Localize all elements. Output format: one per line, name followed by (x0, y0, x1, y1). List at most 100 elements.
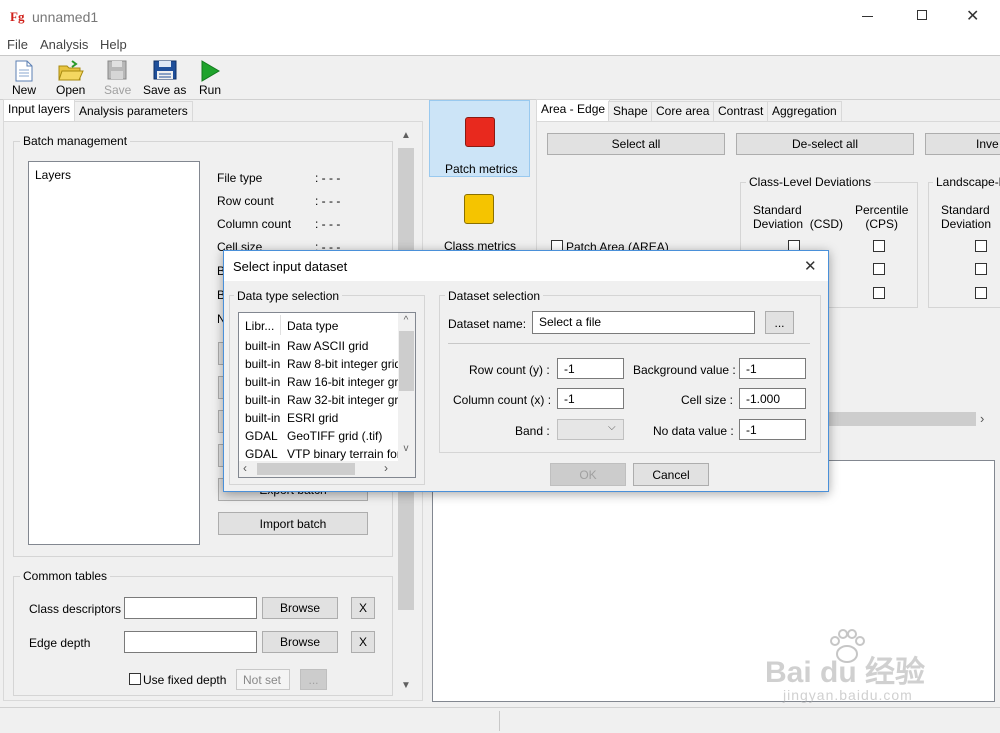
list-scroll-down-icon[interactable]: v (398, 443, 414, 454)
use-fixed-depth-label: Use fixed depth (143, 673, 227, 687)
row-type: Raw 32-bit integer grid (287, 393, 408, 407)
dataset-browse-button[interactable]: ... (765, 311, 794, 334)
ok-button[interactable]: OK (550, 463, 626, 486)
list-v-scrollbar[interactable]: ^ v (398, 313, 415, 461)
tab-core-area[interactable]: Core area (651, 101, 715, 121)
window-title: unnamed1 (32, 9, 99, 25)
class-metrics-item[interactable]: Class metrics (429, 177, 530, 254)
dataset-name-input[interactable]: Select a file (532, 311, 755, 334)
scroll-right-icon[interactable]: › (980, 411, 984, 426)
csd-header: Standard Deviation (CSD) (753, 203, 844, 231)
list-scroll-left-icon[interactable]: ‹ (243, 461, 247, 475)
tab-input-layers[interactable]: Input layers (3, 99, 76, 121)
data-type-list[interactable]: Libr... Data type built-in Raw ASCII gri… (238, 312, 416, 478)
tab-contrast[interactable]: Contrast (713, 101, 769, 121)
row-lib: built-in (245, 357, 281, 371)
list-h-scrollbar[interactable]: ‹ › (239, 461, 415, 477)
dialog-close-icon[interactable]: ✕ (804, 257, 817, 275)
band-select[interactable]: ⌵ (557, 419, 624, 440)
class-descriptors-browse-button[interactable]: Browse (262, 597, 338, 619)
save-label: Save (104, 83, 132, 97)
dataset-separator (448, 343, 810, 344)
file-type-key: File type (217, 171, 263, 185)
list-row[interactable]: built-in ESRI grid (239, 409, 399, 427)
column-count-key: Column count (217, 217, 292, 231)
tab-analysis-parameters[interactable]: Analysis parameters (74, 101, 193, 121)
fixed-depth-browse-button[interactable]: ... (300, 669, 327, 690)
tab-aggregation[interactable]: Aggregation (767, 101, 842, 121)
row-lib: built-in (245, 375, 281, 389)
patch-metrics-icon (465, 117, 495, 147)
list-row[interactable]: built-in Raw 32-bit integer grid (239, 391, 408, 409)
list-row[interactable]: built-in Raw ASCII grid (239, 337, 399, 355)
new-document-icon (15, 60, 33, 82)
list-scroll-up-icon[interactable]: ^ (398, 315, 414, 326)
cps-header: Percentile (CPS) (855, 203, 909, 231)
list-h-thumb[interactable] (257, 463, 355, 475)
list-row[interactable]: built-in Raw 8-bit integer grid (239, 355, 401, 373)
row-type: ESRI grid (287, 411, 339, 425)
app-logo-icon: Fg (10, 8, 26, 24)
tab-area-edge[interactable]: Area - Edge (536, 99, 611, 121)
column-count-input[interactable]: -1 (557, 388, 624, 409)
maximize-icon[interactable] (917, 10, 927, 20)
watermark-brand: Bai du 经验 (765, 656, 926, 689)
list-header-library[interactable]: Libr... (245, 319, 274, 333)
list-header-data-type[interactable]: Data type (287, 319, 338, 333)
tab-shape[interactable]: Shape (608, 101, 653, 121)
run-play-icon (201, 60, 220, 82)
fixed-depth-input[interactable]: Not set (236, 669, 290, 690)
list-v-thumb[interactable] (399, 331, 414, 391)
deselect-all-button[interactable]: De-select all (736, 133, 914, 155)
select-input-dataset-dialog: Select input dataset ✕ Data type selecti… (223, 250, 829, 492)
close-icon[interactable]: ✕ (966, 6, 979, 26)
invert-button[interactable]: Inve (925, 133, 1000, 155)
menu-analysis[interactable]: Analysis (40, 37, 88, 52)
chevron-down-icon: ⌵ (608, 422, 616, 433)
minimize-icon[interactable] (862, 16, 873, 17)
dialog-title-bar: Select input dataset ✕ (224, 251, 828, 281)
class-descriptors-input[interactable] (124, 597, 257, 619)
watermark-url: jingyan.baidu.com (783, 687, 913, 703)
cell-size-input[interactable]: -1.000 (739, 388, 806, 409)
menu-help[interactable]: Help (100, 37, 127, 52)
layers-list[interactable]: Layers (28, 161, 200, 545)
menu-bar: File Analysis Help (0, 34, 1000, 56)
scroll-down-icon[interactable]: ▼ (398, 680, 414, 691)
class-descriptors-remove-button[interactable]: X (351, 597, 375, 619)
column-count-label: Column count (x) : (453, 393, 552, 407)
select-all-button[interactable]: Select all (547, 133, 725, 155)
cps-checkbox-2[interactable] (873, 263, 885, 275)
row-type: GeoTIFF grid (.tif) (287, 429, 383, 443)
landscape-checkbox-1[interactable] (975, 240, 987, 252)
scroll-up-icon[interactable]: ▲ (398, 130, 414, 141)
menu-file[interactable]: File (7, 37, 28, 52)
edge-depth-remove-button[interactable]: X (351, 631, 375, 653)
save-as-disk-icon (153, 60, 177, 80)
list-scroll-right-icon[interactable]: › (384, 461, 388, 475)
cps-checkbox-1[interactable] (873, 240, 885, 252)
status-divider (499, 711, 500, 731)
patch-metrics-item[interactable]: Patch metrics (429, 100, 530, 177)
save-as-label: Save as (143, 83, 187, 97)
row-count-input[interactable]: -1 (557, 358, 624, 379)
use-fixed-depth-checkbox[interactable] (129, 673, 141, 685)
import-batch-button[interactable]: Import batch (218, 512, 368, 535)
svg-text:Fg: Fg (10, 9, 25, 24)
right-h-scroll-thumb[interactable] (826, 412, 976, 426)
class-descriptors-label: Class descriptors (29, 602, 122, 616)
landscape-checkbox-2[interactable] (975, 263, 987, 275)
background-value-input[interactable]: -1 (739, 358, 806, 379)
row-count-value: : - - - (315, 194, 341, 208)
landscape-checkbox-3[interactable] (975, 287, 987, 299)
title-bar: Fg unnamed1 ✕ (0, 0, 1000, 34)
no-data-value-input[interactable]: -1 (739, 419, 806, 440)
cps-checkbox-3[interactable] (873, 287, 885, 299)
edge-depth-input[interactable] (124, 631, 257, 653)
list-row[interactable]: GDAL GeoTIFF grid (.tif) (239, 427, 399, 445)
edge-depth-browse-button[interactable]: Browse (262, 631, 338, 653)
list-row[interactable]: built-in Raw 16-bit integer grid (239, 373, 408, 391)
cell-size-label: Cell size : (681, 393, 734, 407)
row-count-key: Row count (217, 194, 274, 208)
cancel-button[interactable]: Cancel (633, 463, 709, 486)
